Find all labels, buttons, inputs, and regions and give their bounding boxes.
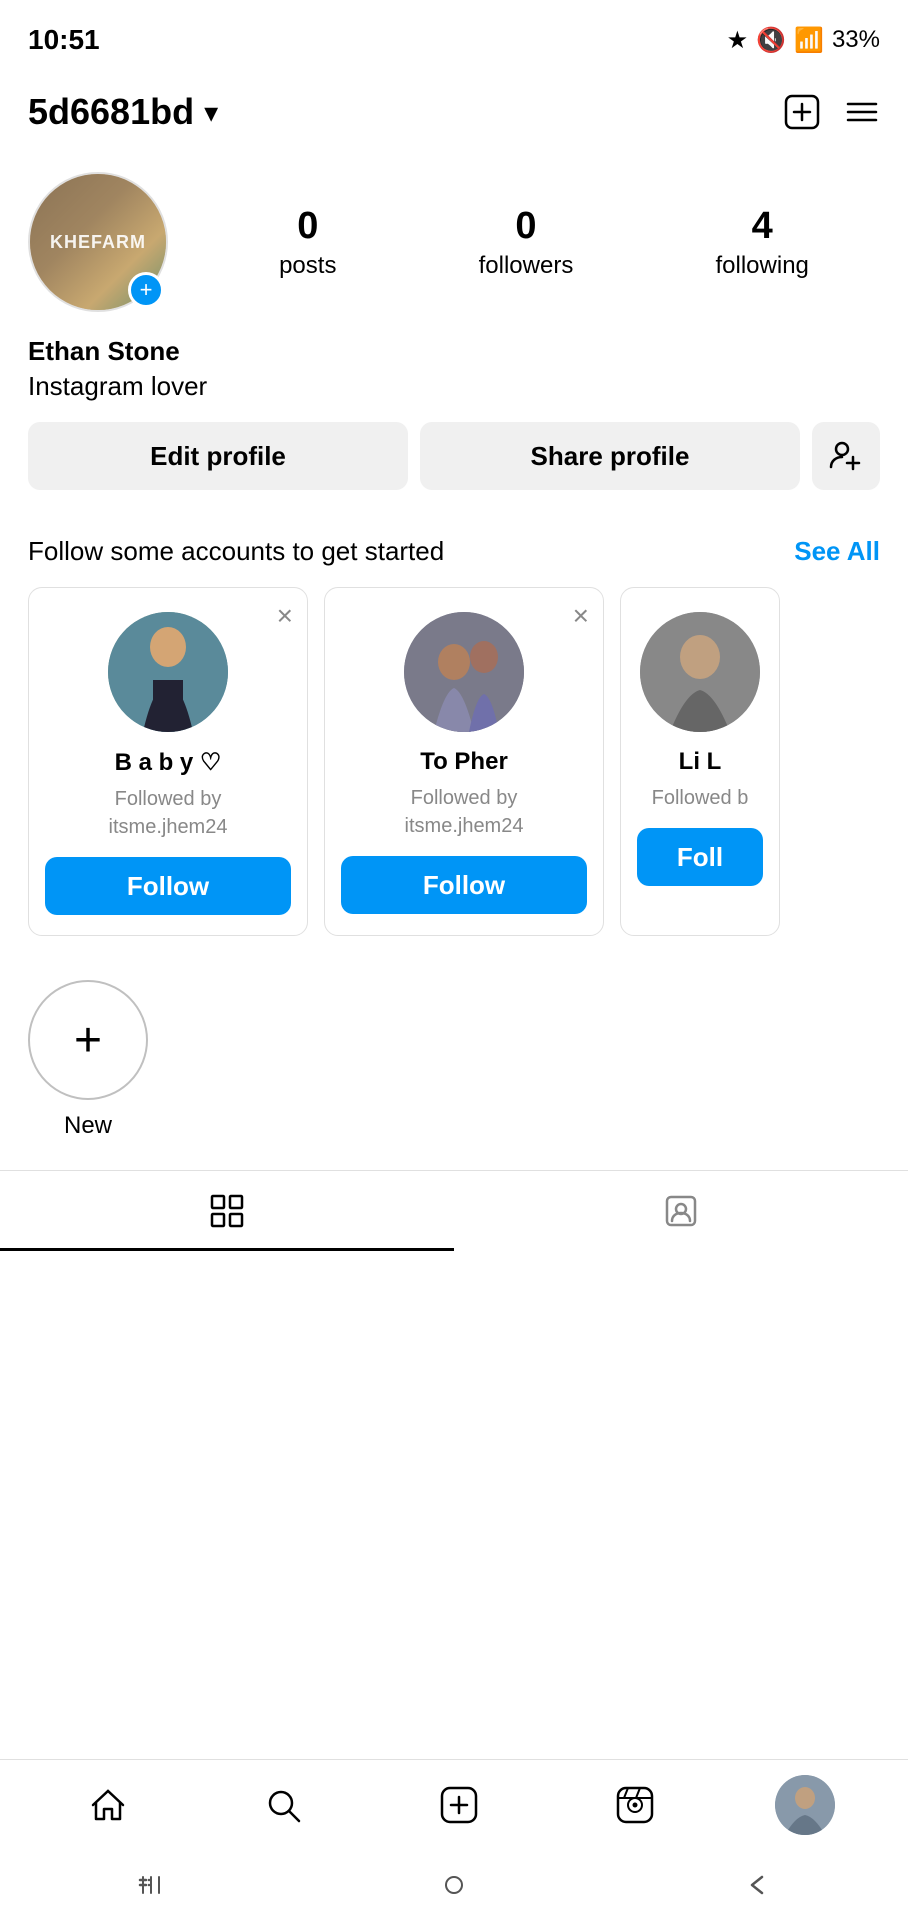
follow-section: Follow some accounts to get started See …	[0, 536, 908, 960]
android-home-button[interactable]	[439, 1870, 469, 1900]
stats-row: 0 posts 0 followers 4 following	[208, 205, 880, 280]
menu-button[interactable]	[844, 94, 880, 130]
followers-label: followers	[479, 252, 574, 280]
content-tabs	[0, 1170, 908, 1251]
follow-topher-button[interactable]: Follow	[341, 856, 587, 914]
nav-home-button[interactable]	[73, 1770, 143, 1840]
card-name-lil: Li L	[679, 748, 722, 776]
card-avatar-topher	[404, 612, 524, 732]
username-text: 5d6681bd	[28, 91, 194, 133]
plus-icon: +	[74, 1013, 102, 1068]
bottom-spacer	[0, 1251, 908, 1411]
suggestion-card-baby: × B a b y ♡ Followed byitsme.jhem24 Foll…	[28, 587, 308, 936]
see-all-button[interactable]: See All	[794, 536, 880, 567]
share-profile-button[interactable]: Share profile	[420, 422, 800, 490]
header-actions	[784, 94, 880, 130]
follow-title: Follow some accounts to get started	[28, 536, 444, 567]
android-menu-button[interactable]	[136, 1870, 166, 1900]
card-followed-baby: Followed byitsme.jhem24	[109, 785, 228, 841]
nav-search-button[interactable]	[248, 1770, 318, 1840]
avatar-farm-text: KHEFARM	[50, 232, 146, 253]
bottom-nav	[0, 1759, 908, 1920]
close-baby-button[interactable]: ×	[277, 602, 293, 630]
nav-reels-button[interactable]	[600, 1770, 670, 1840]
profile-section: KHEFARM + 0 posts 0 followers 4 followin…	[0, 152, 908, 536]
followers-stat[interactable]: 0 followers	[479, 205, 574, 280]
wifi-icon: 📶	[794, 26, 824, 55]
card-name-baby: B a b y ♡	[115, 748, 222, 777]
card-followed-lil: Followed b	[652, 784, 749, 812]
tab-grid[interactable]	[0, 1171, 454, 1251]
status-icons: ★ 🔇 📶 33%	[727, 26, 880, 55]
card-followed-topher: Followed byitsme.jhem24	[405, 784, 524, 840]
new-story-label: New	[64, 1112, 112, 1140]
username-row[interactable]: 5d6681bd ▾	[28, 91, 218, 133]
following-count: 4	[752, 205, 773, 248]
card-avatar-baby	[108, 612, 228, 732]
new-story-button[interactable]: + New	[28, 980, 148, 1140]
nav-add-button[interactable]	[424, 1770, 494, 1840]
nav-icons	[0, 1760, 908, 1850]
status-bar: 10:51 ★ 🔇 📶 33%	[0, 0, 908, 72]
new-story-circle: +	[28, 980, 148, 1100]
suggestion-card-topher: × To Pher Followed byitsme.jhem24 Follow	[324, 587, 604, 936]
follow-lil-button[interactable]: Foll	[637, 828, 763, 886]
profile-bio: Instagram lover	[28, 371, 880, 402]
follow-header: Follow some accounts to get started See …	[28, 536, 880, 567]
posts-label: posts	[279, 252, 336, 280]
new-story-section: + New	[0, 960, 908, 1170]
status-time: 10:51	[28, 24, 100, 56]
close-topher-button[interactable]: ×	[573, 602, 589, 630]
android-nav	[0, 1850, 908, 1920]
following-label: following	[716, 252, 809, 280]
follow-baby-button[interactable]: Follow	[45, 857, 291, 915]
posts-count: 0	[297, 205, 318, 248]
mute-icon: 🔇	[756, 26, 786, 55]
header: 5d6681bd ▾	[0, 72, 908, 152]
android-back-button[interactable]	[742, 1870, 772, 1900]
edit-profile-button[interactable]: Edit profile	[28, 422, 408, 490]
tab-tagged[interactable]	[454, 1171, 908, 1251]
action-buttons: Edit profile Share profile	[28, 422, 880, 490]
posts-stat[interactable]: 0 posts	[279, 205, 336, 280]
add-post-button[interactable]	[784, 94, 820, 130]
profile-name: Ethan Stone	[28, 336, 880, 367]
add-friend-button[interactable]	[812, 422, 880, 490]
suggestions-row: × B a b y ♡ Followed byitsme.jhem24 Foll…	[28, 587, 880, 936]
card-avatar-lil	[640, 612, 760, 732]
nav-profile-button[interactable]	[775, 1775, 835, 1835]
battery-text: 33%	[832, 26, 880, 54]
bluetooth-icon: ★	[727, 26, 749, 55]
profile-top: KHEFARM + 0 posts 0 followers 4 followin…	[28, 172, 880, 312]
chevron-down-icon: ▾	[204, 96, 218, 129]
following-stat[interactable]: 4 following	[716, 205, 809, 280]
suggestion-card-lil: Li L Followed b Foll	[620, 587, 780, 936]
avatar-container: KHEFARM +	[28, 172, 168, 312]
avatar-add-button[interactable]: +	[128, 272, 164, 308]
followers-count: 0	[515, 205, 536, 248]
card-name-topher: To Pher	[420, 748, 508, 776]
